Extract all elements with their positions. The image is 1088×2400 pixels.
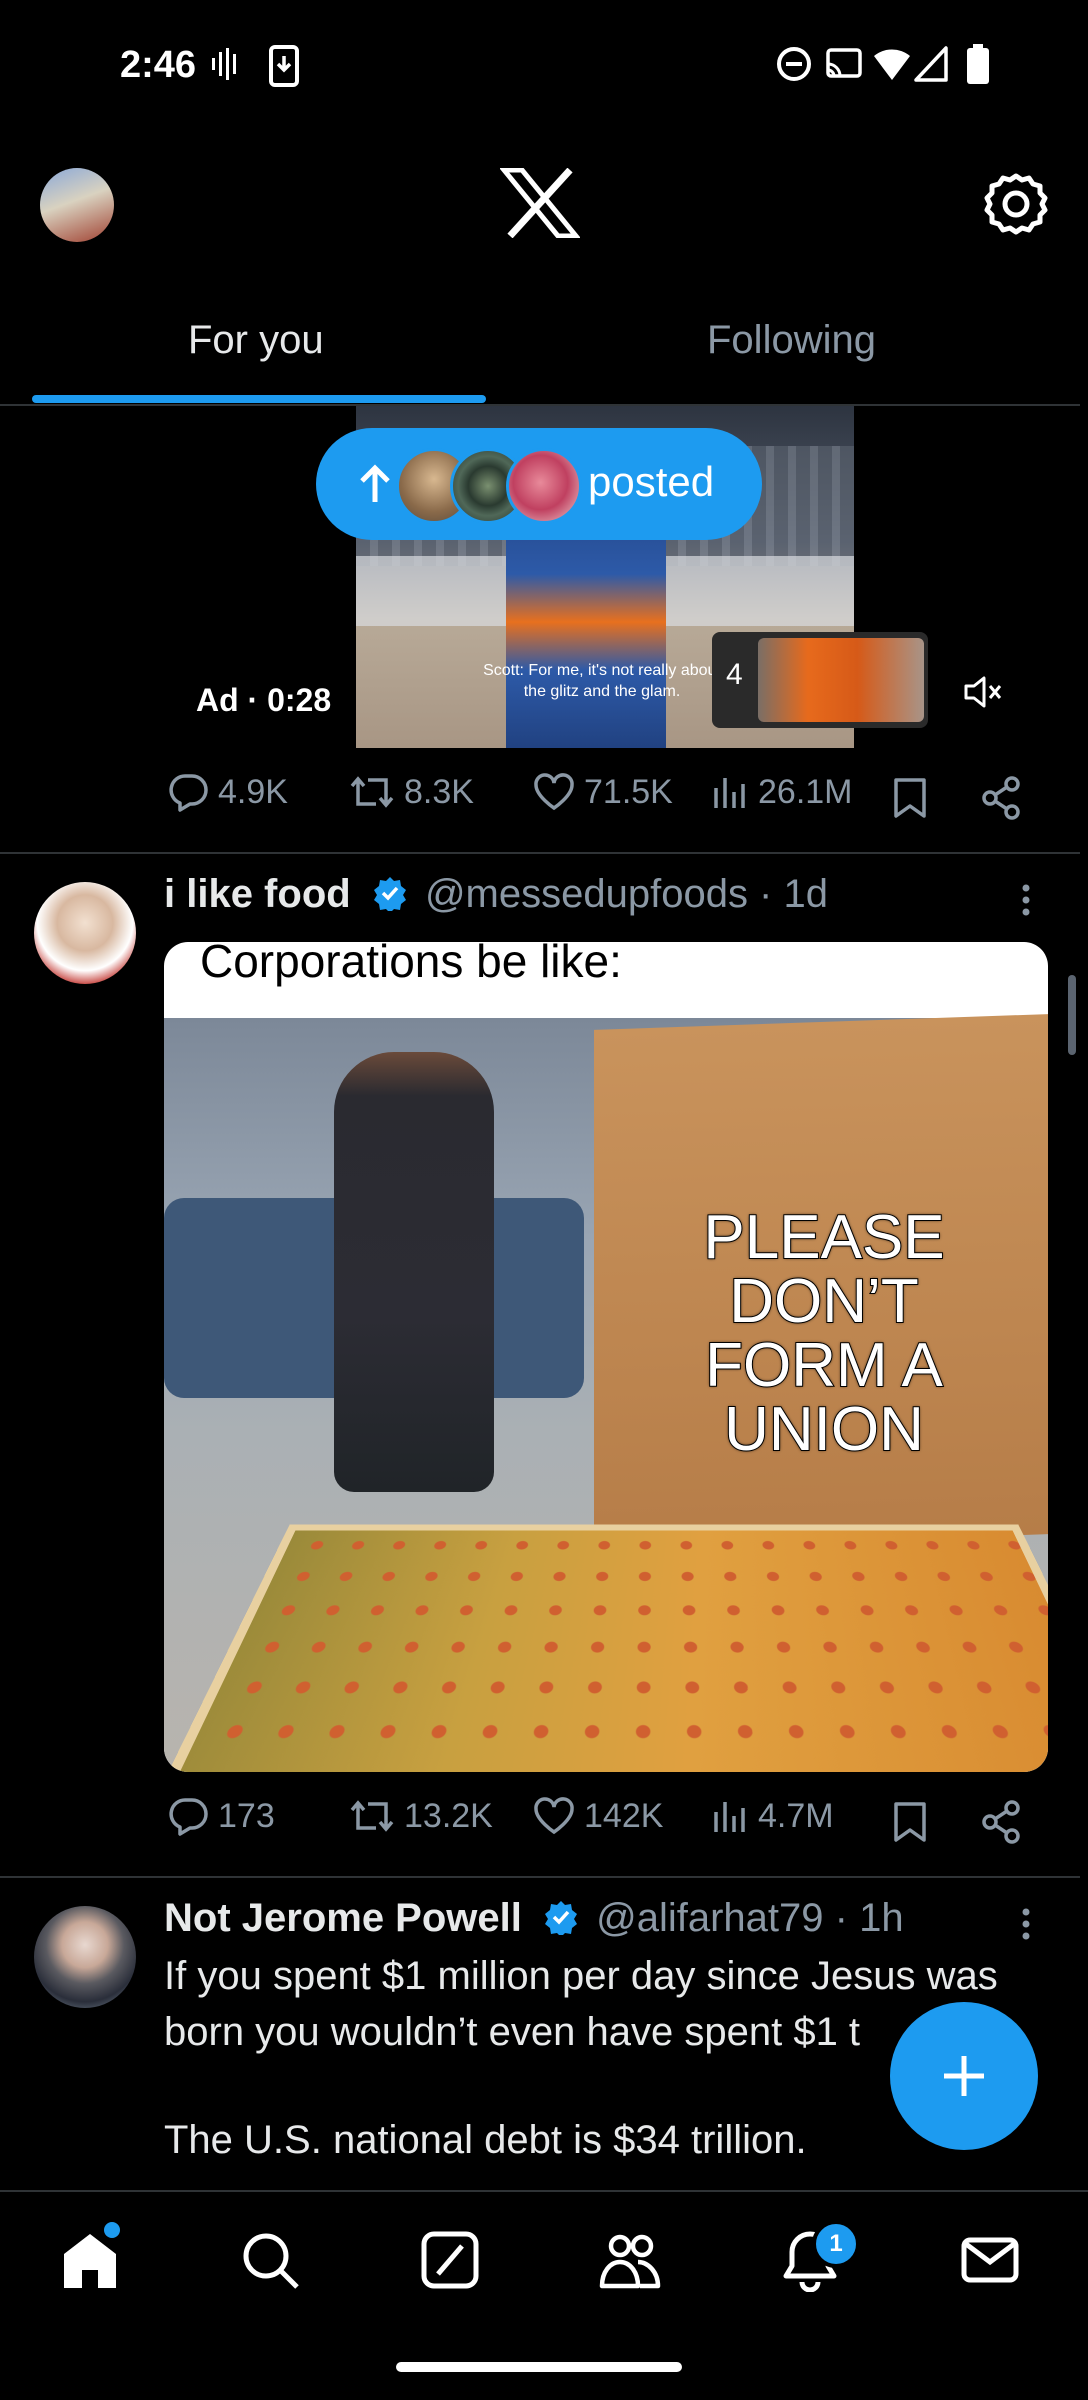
author-handle[interactable]: @alifarhat79 · 1h — [596, 1896, 903, 1940]
bookmark-icon[interactable] — [892, 1800, 928, 1844]
wifi-icon — [874, 49, 910, 80]
image-person — [334, 1052, 494, 1492]
more-options-icon[interactable] — [1016, 880, 1036, 920]
views-button[interactable]: 4.7M — [710, 1796, 834, 1836]
search-icon[interactable] — [238, 2228, 302, 2292]
messages-envelope-icon[interactable] — [958, 2228, 1022, 2292]
tweet-image[interactable]: Corporations be like: PLEASE DON’T FORM … — [164, 942, 1048, 1772]
image-pizza — [164, 1524, 1048, 1772]
compose-post-button[interactable] — [890, 2002, 1038, 2150]
tab-following[interactable]: Following — [707, 318, 876, 363]
reply-count: 4.9K — [218, 772, 288, 811]
author-name[interactable]: Not Jerome Powell — [164, 1896, 522, 1940]
ad-action-bar: 4.9K 8.3K 71.5K 26.1M — [0, 772, 1088, 832]
plus-icon — [944, 2056, 984, 2096]
vibrate-icon — [212, 48, 236, 80]
tweet-action-bar: 173 13.2K 142K 4.7M — [0, 1796, 1088, 1856]
home-gesture-bar[interactable] — [396, 2362, 682, 2372]
views-count: 4.7M — [758, 1796, 834, 1835]
profile-avatar[interactable] — [40, 168, 114, 242]
image-photo: PLEASE DON’T FORM A UNION — [164, 1014, 1048, 1772]
like-count: 71.5K — [584, 772, 673, 811]
like-button[interactable]: 71.5K — [532, 772, 673, 812]
views-chart-icon — [714, 1802, 745, 1832]
repost-count: 8.3K — [404, 772, 474, 811]
share-icon[interactable] — [980, 776, 1024, 820]
tweet-header: i like food @messedupfoods · 1d — [164, 872, 828, 917]
home-unread-dot — [104, 2222, 120, 2238]
notifications-badge: 1 — [812, 2220, 860, 2268]
ad-label: Ad · 0:28 — [196, 682, 332, 718]
mute-icon[interactable] — [962, 672, 1002, 712]
signal-icon — [914, 46, 948, 82]
verified-badge-icon — [373, 877, 406, 911]
more-options-icon[interactable] — [1016, 1904, 1036, 1944]
tweet-avatar[interactable] — [34, 882, 136, 984]
tweet-header: Not Jerome Powell @alifarhat79 · 1h — [164, 1896, 904, 1941]
pill-avatar — [506, 448, 582, 524]
battery-icon — [967, 44, 989, 84]
arrow-up-icon — [360, 464, 390, 502]
heart-icon — [534, 1797, 574, 1835]
thumbnail-image — [758, 638, 924, 722]
reply-icon — [169, 774, 208, 812]
image-lid-text: PLEASE DON’T FORM A UNION — [702, 1203, 945, 1464]
like-button[interactable]: 142K — [532, 1796, 663, 1836]
tweet-avatar[interactable] — [34, 1906, 136, 2008]
dnd-icon — [777, 47, 811, 81]
communities-icon[interactable] — [598, 2228, 662, 2292]
like-count: 142K — [584, 1796, 664, 1835]
reply-button[interactable]: 4.9K — [166, 772, 288, 812]
tab-active-indicator — [32, 395, 486, 403]
feed-divider — [0, 1876, 1080, 1878]
scrollbar[interactable] — [1068, 975, 1076, 1055]
author-name[interactable]: i like food — [164, 872, 351, 916]
reply-icon — [169, 1798, 208, 1836]
grok-icon[interactable] — [418, 2228, 482, 2292]
tweet-text-line: The U.S. national debt is $34 trillion. — [164, 2118, 807, 2162]
repost-button[interactable]: 13.2K — [348, 1796, 493, 1836]
image-caption-text: Corporations be like: — [200, 942, 622, 987]
tweet-text-line: If you spent $1 million per day since Je… — [164, 1954, 998, 1998]
author-handle[interactable]: @messedupfoods · 1d — [425, 872, 828, 916]
next-video-thumbnail[interactable]: 4 — [712, 632, 928, 728]
x-logo-icon — [500, 168, 580, 238]
posted-label: posted — [588, 458, 715, 505]
download-icon — [269, 45, 299, 87]
video-caption: Scott: For me, it's not really about the… — [483, 662, 721, 700]
tweet-text-line: born you wouldn’t even have spent $1 t — [164, 2010, 861, 2054]
thumbnail-count: 4 — [726, 658, 743, 691]
views-count: 26.1M — [758, 772, 853, 811]
feed-divider — [0, 852, 1080, 854]
verified-badge-icon — [545, 1901, 577, 1935]
views-button[interactable]: 26.1M — [710, 772, 853, 812]
bookmark-icon[interactable] — [892, 776, 928, 820]
bottom-nav-divider — [0, 2190, 1088, 2192]
heart-icon — [534, 773, 574, 811]
tab-for-you[interactable]: For you — [188, 318, 324, 363]
settings-gear-icon[interactable] — [982, 170, 1050, 238]
status-time: 2:46 — [120, 44, 197, 86]
repost-icon — [350, 776, 394, 808]
cast-icon — [826, 48, 862, 78]
share-icon[interactable] — [980, 1800, 1024, 1844]
repost-count: 13.2K — [404, 1796, 493, 1835]
reply-button[interactable]: 173 — [166, 1796, 275, 1836]
reply-count: 173 — [218, 1796, 275, 1835]
views-chart-icon — [714, 778, 745, 808]
repost-icon — [350, 1800, 394, 1832]
repost-button[interactable]: 8.3K — [348, 772, 474, 812]
new-posts-pill[interactable]: posted — [316, 428, 762, 540]
